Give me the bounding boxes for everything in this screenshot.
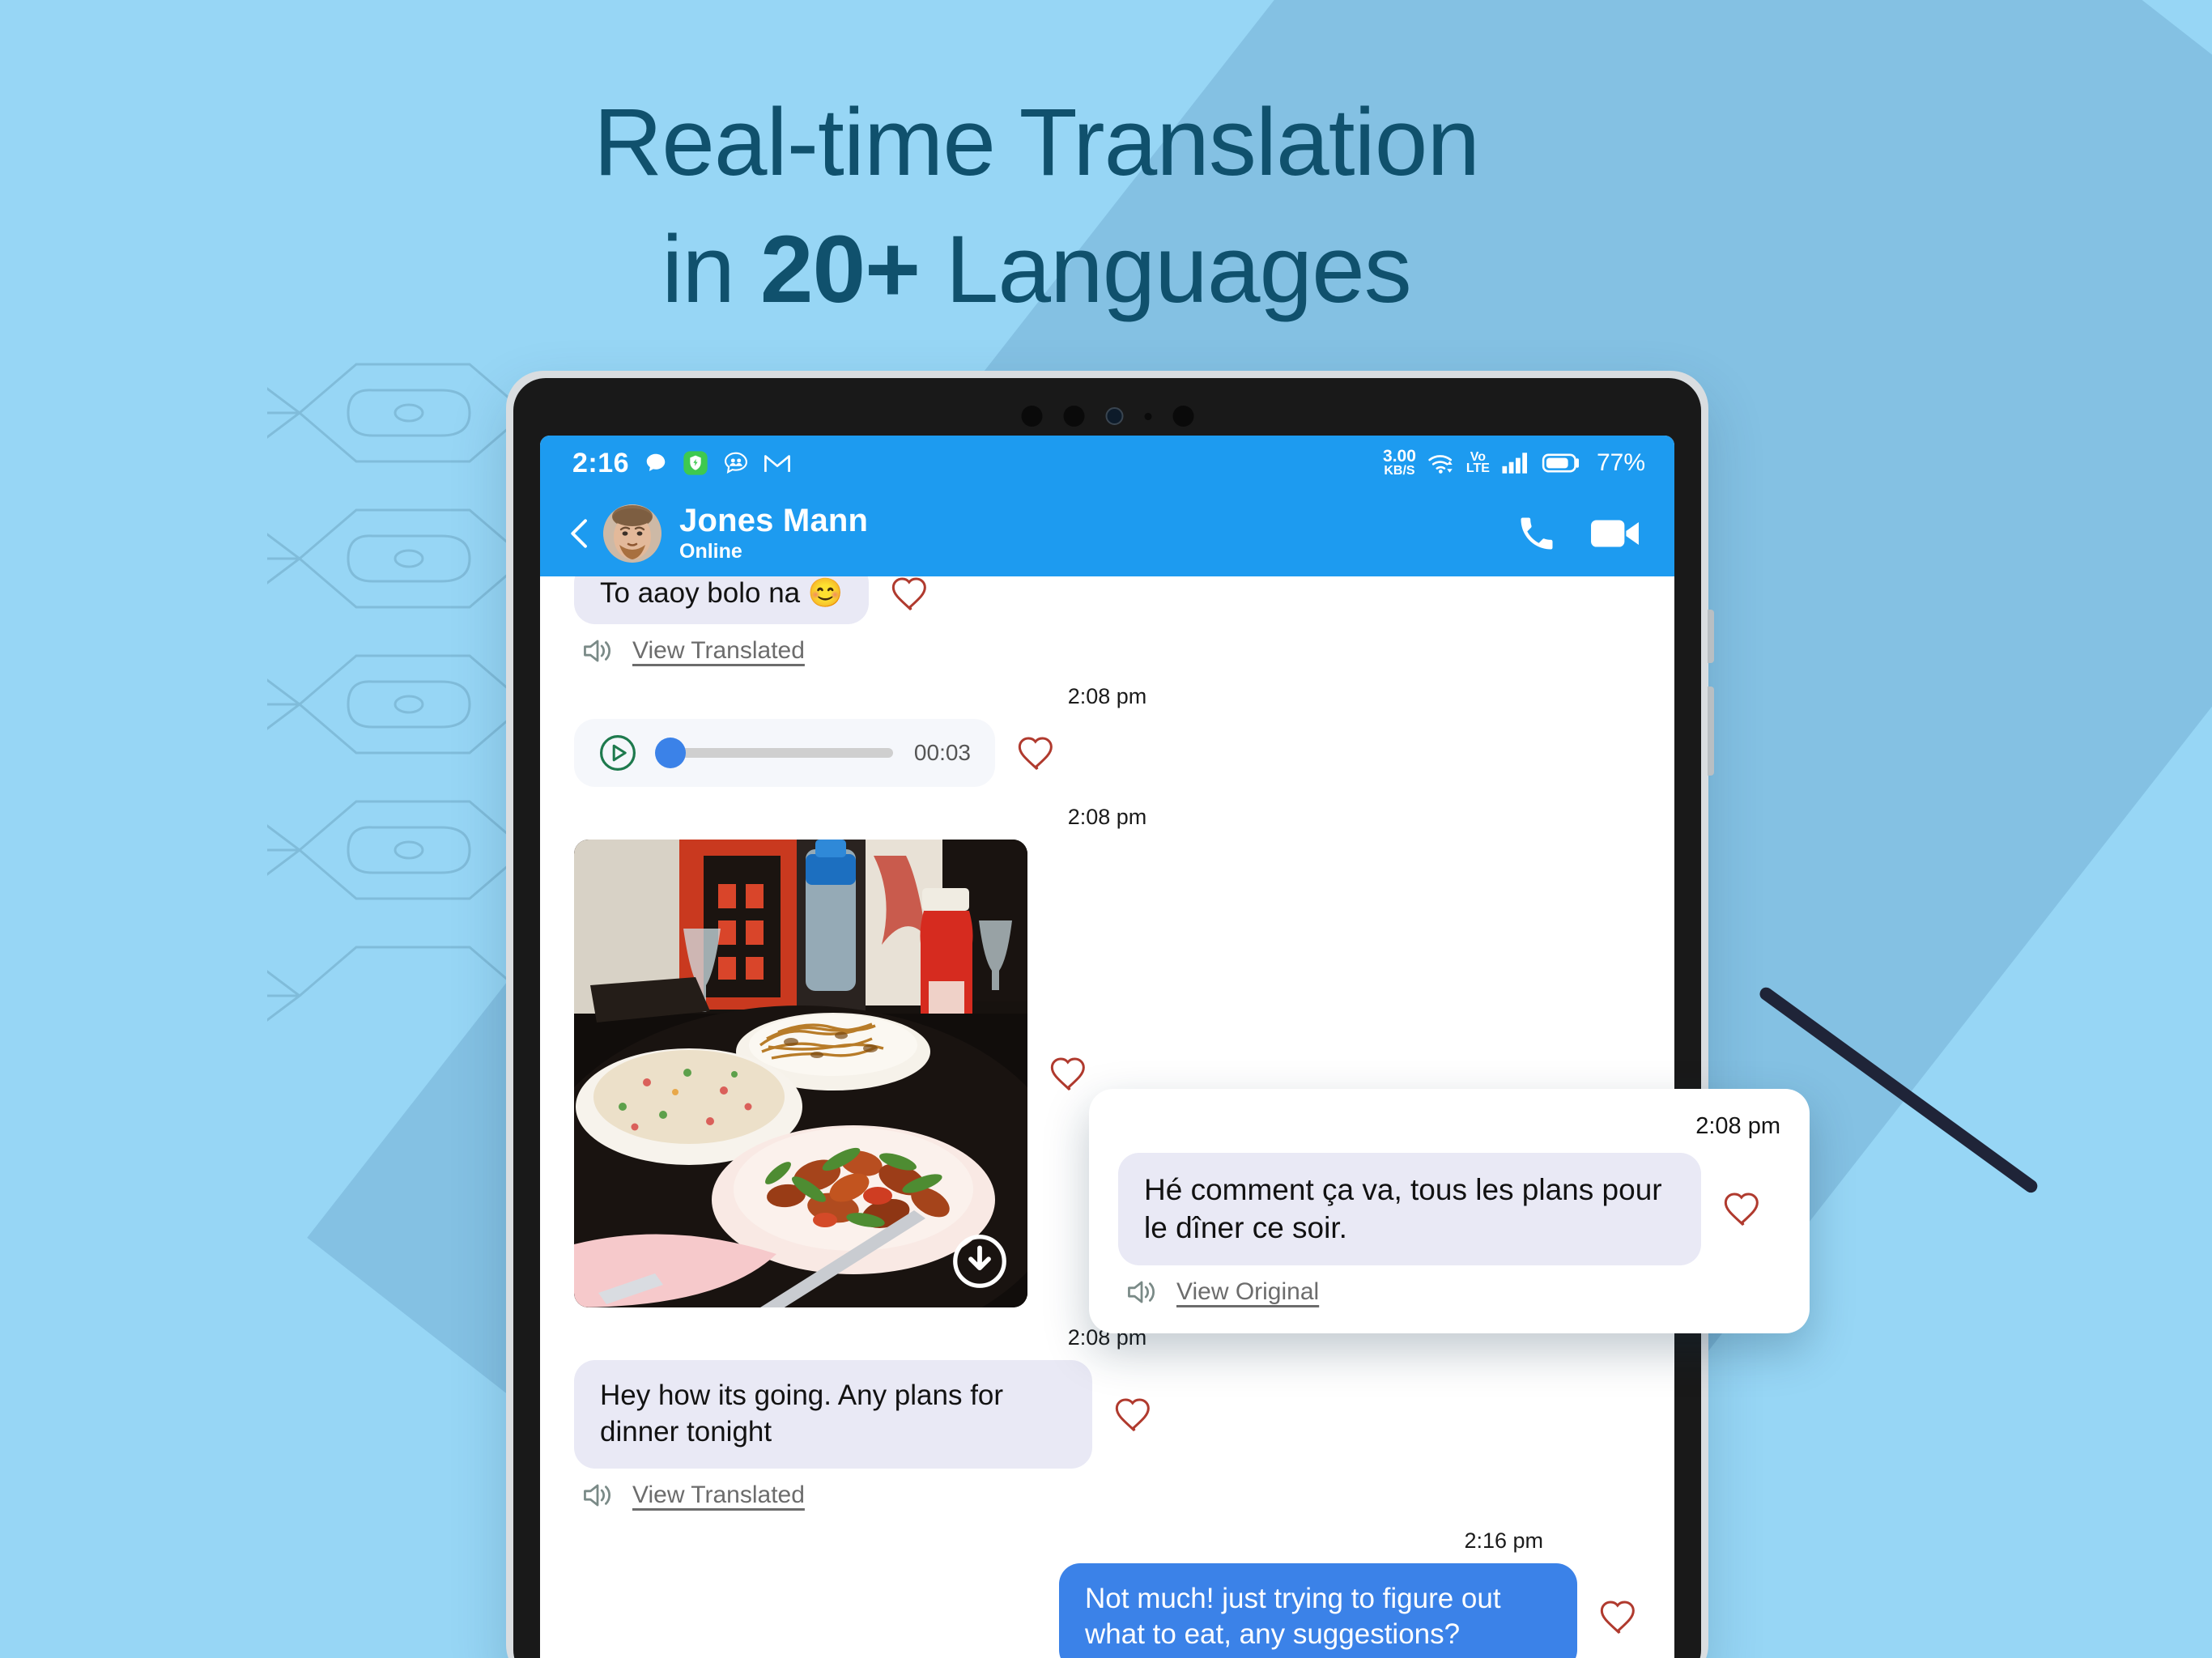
card-body: Hé comment ça va, tous les plans pour le… bbox=[1118, 1153, 1780, 1265]
heart-outline-icon[interactable] bbox=[1722, 1188, 1764, 1229]
wifi-icon bbox=[1428, 455, 1453, 474]
audio-player[interactable]: 00:03 bbox=[574, 719, 995, 787]
message-timestamp: 2:08 pm bbox=[1067, 684, 1147, 708]
photo-thumbnail[interactable] bbox=[574, 840, 1027, 1307]
phone-call-icon[interactable] bbox=[1516, 512, 1558, 555]
tablet-screen: 2:16 3.00 KB/S Vo LTE 77% Jones Mann Onl… bbox=[540, 436, 1674, 1658]
heart-outline-icon[interactable] bbox=[1049, 1053, 1091, 1094]
audio-progress-thumb[interactable] bbox=[655, 738, 686, 768]
sensor-dot-icon bbox=[1172, 406, 1193, 427]
view-translated-link[interactable]: View Translated bbox=[632, 637, 805, 665]
speaker-icon[interactable] bbox=[581, 636, 615, 666]
message-bubble: Hey how its going. Any plans for dinner … bbox=[574, 1360, 1092, 1469]
card-timestamp: 2:08 pm bbox=[1695, 1113, 1780, 1139]
gmail-icon bbox=[764, 455, 790, 472]
volume-button[interactable] bbox=[1708, 610, 1714, 663]
network-speed-indicator: 3.00 KB/S bbox=[1383, 447, 1416, 478]
audio-progress-slider[interactable] bbox=[655, 738, 893, 768]
status-bar: 2:16 3.00 KB/S Vo LTE 77% bbox=[540, 436, 1674, 491]
peer-name: Jones Mann bbox=[679, 503, 869, 538]
message-clipped[interactable]: To aaoy bolo na 😊 bbox=[574, 576, 1640, 624]
translation-popup-card[interactable]: 2:08 pm Hé comment ça va, tous les plans… bbox=[1089, 1089, 1810, 1333]
message-timestamp: 2:08 pm bbox=[1067, 805, 1147, 829]
status-bar-left: 2:16 bbox=[572, 448, 791, 479]
translated-message-bubble: Hé comment ça va, tous les plans pour le… bbox=[1118, 1153, 1701, 1265]
headline-line-1: Real-time Translation bbox=[593, 89, 1480, 196]
page-title: Real-time Translation in 20+ Languages bbox=[0, 79, 2073, 334]
view-translated-link[interactable]: View Translated bbox=[632, 1482, 805, 1509]
front-camera-icon bbox=[1105, 407, 1123, 425]
translate-action-row[interactable]: View Translated bbox=[574, 1480, 1640, 1511]
microphone-dot-icon bbox=[1144, 412, 1151, 420]
signal-bars-icon bbox=[1502, 453, 1527, 474]
view-original-link[interactable]: View Original bbox=[1176, 1278, 1319, 1306]
battery-percentage: 77% bbox=[1596, 449, 1645, 476]
avatar[interactable] bbox=[603, 504, 661, 563]
status-bar-right: 3.00 KB/S Vo LTE 77% bbox=[1383, 447, 1645, 478]
view-original-row[interactable]: View Original bbox=[1118, 1277, 1780, 1307]
play-circle-icon[interactable] bbox=[598, 733, 637, 772]
message-bubble: To aaoy bolo na 😊 bbox=[574, 576, 870, 624]
download-circle-icon[interactable] bbox=[953, 1235, 1006, 1288]
volte-indicator: Vo LTE bbox=[1465, 449, 1490, 475]
translate-action-row[interactable]: View Translated bbox=[574, 636, 1640, 666]
heart-outline-icon[interactable] bbox=[1113, 1394, 1155, 1435]
video-call-icon[interactable] bbox=[1590, 516, 1640, 551]
sensor-dot-icon bbox=[1021, 406, 1042, 427]
back-chevron-icon[interactable] bbox=[563, 517, 597, 551]
headline-line-2-suffix: Languages bbox=[920, 215, 1412, 323]
headline-emphasis: 20+ bbox=[759, 215, 921, 323]
shield-bolt-icon bbox=[683, 451, 708, 475]
sensor-dot-icon bbox=[1063, 406, 1084, 427]
message-timestamp: 2:16 pm bbox=[1464, 1528, 1543, 1553]
speaker-icon[interactable] bbox=[581, 1480, 615, 1511]
message-bubble: Not much! just trying to figure out what… bbox=[1059, 1562, 1577, 1658]
battery-icon bbox=[1542, 453, 1579, 473]
header-actions bbox=[1516, 512, 1640, 555]
message-text-outgoing[interactable]: Not much! just trying to figure out what… bbox=[574, 1562, 1640, 1658]
status-clock: 2:16 bbox=[572, 447, 630, 478]
tablet-bezel: 2:16 3.00 KB/S Vo LTE 77% Jones Mann Onl… bbox=[513, 378, 1701, 1658]
peer-info[interactable]: Jones Mann Online bbox=[679, 504, 1516, 563]
message-text-incoming[interactable]: Hey how its going. Any plans for dinner … bbox=[574, 1360, 1640, 1469]
front-camera-cluster bbox=[1021, 406, 1193, 427]
peer-status: Online bbox=[679, 540, 742, 563]
heart-outline-icon[interactable] bbox=[890, 576, 932, 614]
headline-line-2-prefix: in bbox=[661, 215, 760, 323]
speaker-icon[interactable] bbox=[1125, 1277, 1159, 1307]
audio-duration: 00:03 bbox=[913, 740, 971, 765]
group-chat-icon bbox=[725, 452, 748, 474]
heart-outline-icon[interactable] bbox=[1016, 733, 1058, 773]
heart-outline-icon[interactable] bbox=[1598, 1596, 1640, 1637]
chat-header: Jones Mann Online bbox=[540, 491, 1674, 576]
chat-bubble-icon bbox=[646, 453, 666, 471]
power-button[interactable] bbox=[1708, 687, 1714, 776]
message-audio[interactable]: 00:03 bbox=[574, 719, 1640, 787]
tablet-device-frame: 2:16 3.00 KB/S Vo LTE 77% Jones Mann Onl… bbox=[506, 371, 1714, 1658]
